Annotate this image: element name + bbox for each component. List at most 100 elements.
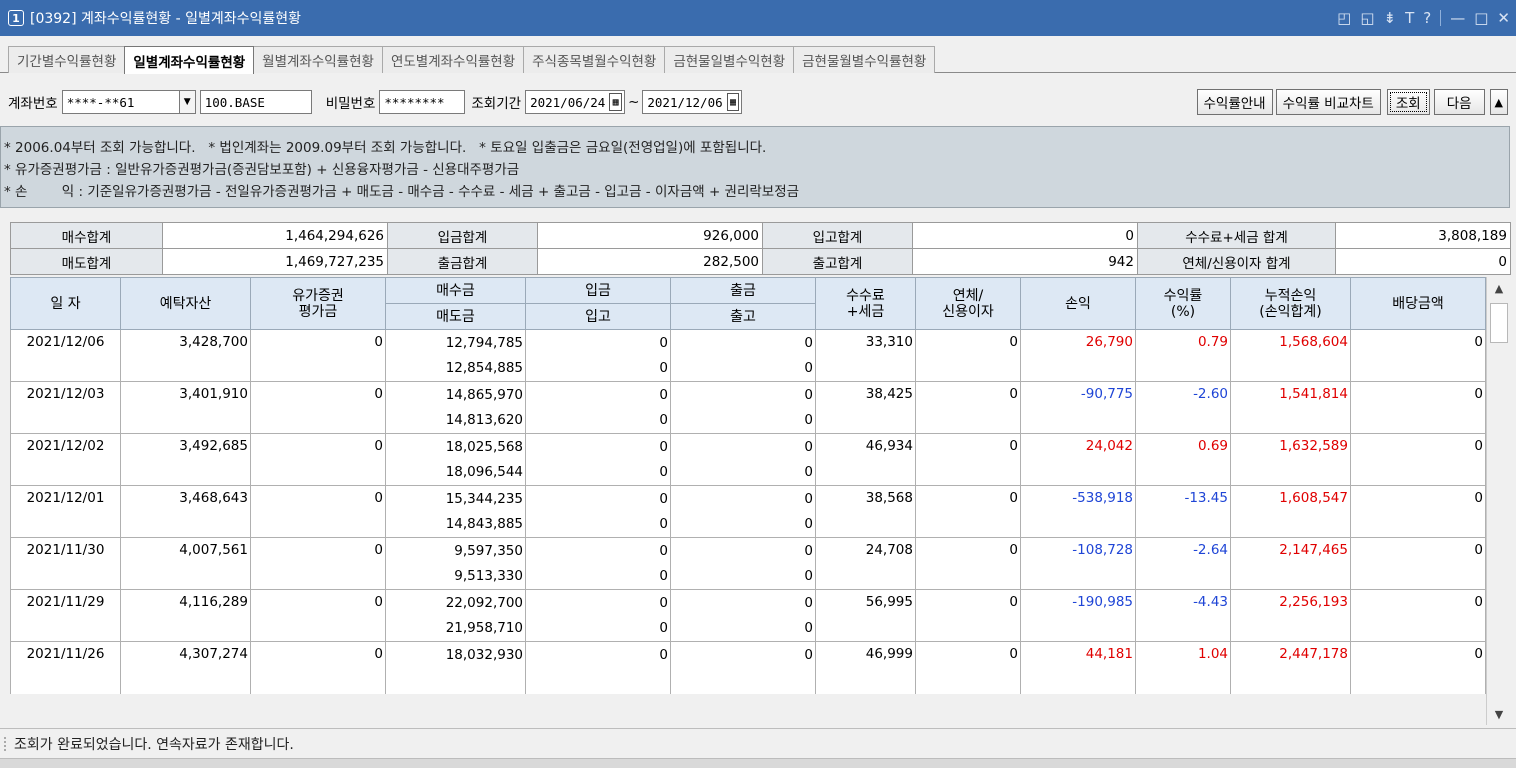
- tab-item[interactable]: 월별계좌수익률현황: [253, 46, 383, 73]
- tab-bar: 기간별수익률현황 일별계좌수익률현황 월별계좌수익률현황 연도별계좌수익률현황 주식종목…: [0, 46, 1516, 74]
- interest-total-label: 연체/신용이자 합계: [1137, 248, 1336, 275]
- col-interest[interactable]: 연체/신용이자: [915, 277, 1021, 330]
- col-rate[interactable]: 수익률 (%): [1135, 277, 1231, 330]
- securities-cell: 0: [250, 433, 386, 486]
- calendar-icon[interactable]: ▦: [726, 93, 740, 111]
- tab-item[interactable]: 금현물일별수익현황: [664, 46, 795, 73]
- rate-cell: -2.60: [1135, 381, 1231, 434]
- col-securities-line1: 유가증권: [292, 287, 344, 304]
- tab-item[interactable]: 일별계좌수익률현황: [124, 46, 255, 74]
- cumulative-cell: 1,608,547: [1230, 485, 1351, 538]
- return-guide-button[interactable]: 수익률안내: [1196, 89, 1273, 115]
- securities-cell: 0: [250, 381, 386, 434]
- col-buy[interactable]: 매수금: [385, 277, 526, 304]
- assets-cell: 3,468,643: [120, 485, 251, 538]
- col-fee-line1: 수수료: [846, 287, 885, 304]
- col-withdraw[interactable]: 출금: [670, 277, 816, 304]
- buy-cell: 18,032,930: [385, 641, 526, 668]
- col-date[interactable]: 일 자: [10, 277, 121, 330]
- col-cumulative[interactable]: 누적손익 (손익합계): [1230, 277, 1351, 330]
- col-interest-line1: 연체/: [952, 287, 984, 304]
- securities-cell: 0: [250, 589, 386, 642]
- scroll-down-icon[interactable]: ▼: [1487, 703, 1510, 725]
- assets-cell: 4,307,274: [120, 641, 251, 694]
- chevron-down-icon[interactable]: ▼: [179, 90, 196, 114]
- dividend-cell: 0: [1350, 641, 1486, 694]
- dividend-cell: 0: [1350, 485, 1486, 538]
- col-securities-line2: 평가금: [298, 303, 338, 320]
- table-row[interactable]: 2021/11/29 4,116,289 0 22,092,700 0 0 56,995 0-…: [10, 589, 1486, 642]
- col-pnl[interactable]: 손익: [1020, 277, 1136, 330]
- rate-cell: 1.04: [1135, 641, 1231, 694]
- status-message: 조회가 완료되었습니다. 연속자료가 존재합니다.: [14, 736, 294, 753]
- withdraw-cell: 0: [670, 485, 816, 512]
- table-row[interactable]: 2021/12/02 3,492,685 0 18,025,568 0 0 46,934 0 2…: [10, 433, 1486, 486]
- account-number-select[interactable]: ****-**61: [61, 90, 180, 114]
- collapse-button[interactable]: ▲: [1489, 89, 1508, 115]
- calendar-icon[interactable]: ▦: [609, 93, 623, 111]
- date-cell: 2021/12/03: [10, 381, 121, 434]
- col-stock-out[interactable]: 출고: [670, 303, 816, 330]
- interest-cell: 0: [915, 433, 1021, 486]
- fee-cell: 38,568: [815, 485, 916, 538]
- maximize-icon[interactable]: □: [1474, 9, 1488, 27]
- copy-window-icon[interactable]: ◱: [1360, 9, 1374, 27]
- help-icon[interactable]: ?: [1423, 9, 1431, 27]
- deposit-total-label: 입금합계: [387, 222, 538, 249]
- close-icon[interactable]: ✕: [1497, 9, 1510, 27]
- window-number-badge[interactable]: 1: [8, 10, 24, 26]
- col-deposit-assets[interactable]: 예탁자산: [120, 277, 251, 330]
- fee-total-value: 3,808,189: [1335, 222, 1511, 249]
- deposit-cell: 0: [525, 433, 671, 460]
- table-row[interactable]: 2021/11/26 4,307,274 0 18,032,930 0 0 46,999 0 4…: [10, 641, 1486, 694]
- col-deposit[interactable]: 입금: [525, 277, 671, 304]
- date-to-value: 2021/12/06: [647, 94, 723, 110]
- pin-icon[interactable]: ⇟: [1384, 9, 1397, 27]
- cumulative-cell: 2,147,465: [1230, 537, 1351, 590]
- tab-item[interactable]: 연도별계좌수익률현황: [381, 46, 525, 73]
- query-button[interactable]: 조회: [1386, 89, 1430, 115]
- cumulative-cell: 1,541,814: [1230, 381, 1351, 434]
- assets-cell: 4,116,289: [120, 589, 251, 642]
- table-row[interactable]: 2021/11/30 4,007,561 0 9,597,350 0 0 24,708 0 -1…: [10, 537, 1486, 590]
- scroll-up-icon[interactable]: ▲: [1487, 277, 1510, 299]
- buy-cell: 22,092,700: [385, 589, 526, 616]
- tab-item[interactable]: 주식종목별월수익현황: [523, 46, 666, 73]
- buy-cell: 9,597,350: [385, 537, 526, 564]
- col-securities[interactable]: 유가증권 평가금: [250, 277, 386, 330]
- stock-in-cell: 0: [525, 511, 671, 538]
- withdraw-cell: 0: [670, 537, 816, 564]
- cumulative-cell: 1,568,604: [1230, 329, 1351, 382]
- buy-cell: 18,025,568: [385, 433, 526, 460]
- table-row[interactable]: 2021/12/06 3,428,700 0 12,794,785 0 0 33,310 0 2…: [10, 329, 1486, 382]
- minimize-icon[interactable]: —: [1450, 9, 1465, 27]
- table-row[interactable]: 2021/12/03 3,401,910 0 14,865,970 0 0 38,425 0-…: [10, 381, 1486, 434]
- date-cell: 2021/12/02: [10, 433, 121, 486]
- compare-chart-button[interactable]: 수익률 비교차트: [1275, 89, 1381, 115]
- table-row[interactable]: 2021/12/01 3,468,643 0 15,344,235 0 0 38,568 0-…: [10, 485, 1486, 538]
- next-button[interactable]: 다음: [1433, 89, 1485, 115]
- grip-icon: [4, 736, 10, 751]
- stock-in-cell: 0: [525, 459, 671, 486]
- rate-cell: -2.64: [1135, 537, 1231, 590]
- account-name-field: 100.BASE: [199, 90, 312, 114]
- deposit-cell: 0: [525, 589, 671, 616]
- col-stock-in[interactable]: 입고: [525, 303, 671, 330]
- date-to-field[interactable]: 2021/12/06 ▦: [642, 90, 743, 114]
- col-fee[interactable]: 수수료 +세금: [815, 277, 916, 330]
- link-window-icon[interactable]: ◰: [1337, 9, 1351, 27]
- date-from-field[interactable]: 2021/06/24 ▦: [525, 90, 626, 114]
- scroll-thumb[interactable]: [1490, 303, 1508, 343]
- tab-item[interactable]: 금현물월별수익률현황: [793, 46, 936, 73]
- sell-cell: 9,513,330: [385, 563, 526, 590]
- vertical-scrollbar[interactable]: ▲ ▼: [1486, 277, 1510, 725]
- col-dividend[interactable]: 배당금액: [1350, 277, 1486, 330]
- interest-total-value: 0: [1335, 248, 1511, 275]
- stock-out-cell: 0: [670, 511, 816, 538]
- col-sell[interactable]: 매도금: [385, 303, 526, 330]
- in-total-label: 입고합계: [762, 222, 913, 249]
- tab-item[interactable]: 기간별수익률현황: [8, 46, 126, 73]
- password-field[interactable]: ********: [379, 90, 466, 114]
- font-size-icon[interactable]: T: [1405, 9, 1414, 27]
- deposit-cell: 0: [525, 381, 671, 408]
